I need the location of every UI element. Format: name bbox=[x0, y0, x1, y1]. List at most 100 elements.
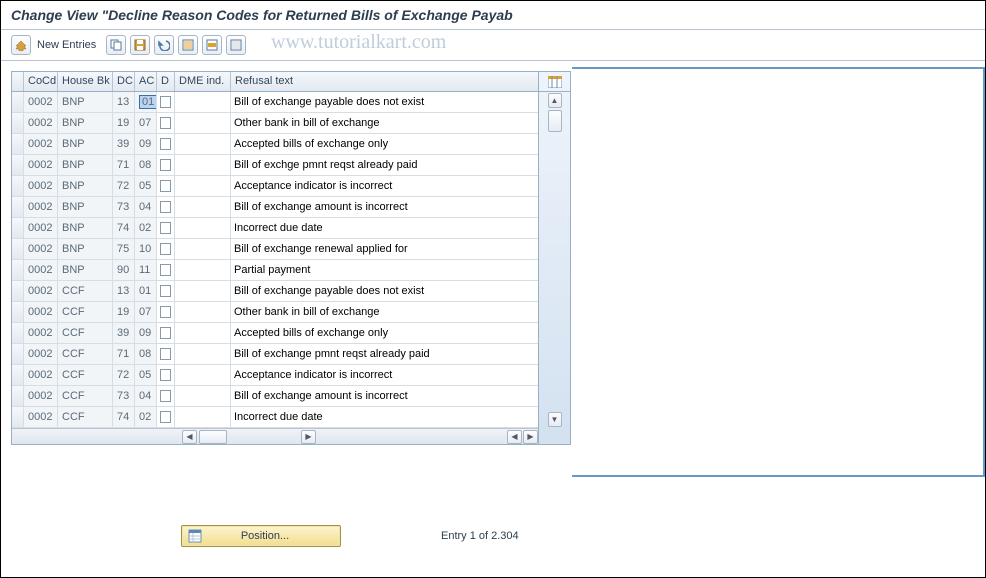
cell-housebk[interactable]: CCF bbox=[58, 281, 113, 301]
checkbox-icon[interactable] bbox=[160, 369, 171, 381]
table-row[interactable]: 0002CCF7402Incorrect due date bbox=[12, 407, 538, 428]
cell-d-checkbox[interactable] bbox=[157, 155, 175, 175]
cell-ac[interactable]: 05 bbox=[135, 176, 157, 196]
table-row[interactable]: 0002CCF7108Bill of exchange pmnt reqst a… bbox=[12, 344, 538, 365]
cell-dc[interactable]: 19 bbox=[113, 302, 135, 322]
cell-cocd[interactable]: 0002 bbox=[24, 323, 58, 343]
row-selector[interactable] bbox=[12, 155, 24, 175]
row-selector[interactable] bbox=[12, 344, 24, 364]
cell-dme[interactable] bbox=[175, 302, 231, 322]
cell-refusal[interactable]: Acceptance indicator is incorrect bbox=[231, 176, 537, 196]
cell-housebk[interactable]: BNP bbox=[58, 113, 113, 133]
checkbox-icon[interactable] bbox=[160, 306, 171, 318]
cell-housebk[interactable]: BNP bbox=[58, 134, 113, 154]
cell-refusal[interactable]: Other bank in bill of exchange bbox=[231, 302, 537, 322]
cell-cocd[interactable]: 0002 bbox=[24, 239, 58, 259]
checkbox-icon[interactable] bbox=[160, 180, 171, 192]
col-housebk[interactable]: House Bk bbox=[58, 72, 113, 91]
table-row[interactable]: 0002BNP9011Partial payment bbox=[12, 260, 538, 281]
cell-refusal[interactable]: Other bank in bill of exchange bbox=[231, 113, 537, 133]
cell-ac[interactable]: 08 bbox=[135, 344, 157, 364]
table-row[interactable]: 0002BNP7402Incorrect due date bbox=[12, 218, 538, 239]
cell-refusal[interactable]: Bill of exchange payable does not exist bbox=[231, 92, 537, 112]
col-dc[interactable]: DC bbox=[113, 72, 135, 91]
cell-cocd[interactable]: 0002 bbox=[24, 155, 58, 175]
cell-cocd[interactable]: 0002 bbox=[24, 92, 58, 112]
horizontal-scrollbar[interactable]: ◀ ▶ ◀ ▶ bbox=[12, 428, 538, 444]
cell-housebk[interactable]: CCF bbox=[58, 365, 113, 385]
scroll-right-end-icon[interactable]: ▶ bbox=[523, 430, 538, 444]
cell-d-checkbox[interactable] bbox=[157, 365, 175, 385]
col-cocd[interactable]: CoCd bbox=[24, 72, 58, 91]
cell-cocd[interactable]: 0002 bbox=[24, 134, 58, 154]
cell-refusal[interactable]: Bill of exchange renewal applied for bbox=[231, 239, 537, 259]
cell-dc[interactable]: 72 bbox=[113, 176, 135, 196]
cell-dme[interactable] bbox=[175, 197, 231, 217]
cell-dme[interactable] bbox=[175, 344, 231, 364]
table-row[interactable]: 0002CCF3909Accepted bills of exchange on… bbox=[12, 323, 538, 344]
table-row[interactable]: 0002CCF1301Bill of exchange payable does… bbox=[12, 281, 538, 302]
cell-d-checkbox[interactable] bbox=[157, 281, 175, 301]
cell-dc[interactable]: 13 bbox=[113, 92, 135, 112]
col-dme[interactable]: DME ind. bbox=[175, 72, 231, 91]
cell-ac[interactable]: 01 bbox=[135, 92, 157, 112]
cell-dc[interactable]: 74 bbox=[113, 407, 135, 427]
col-select-all[interactable] bbox=[12, 72, 24, 91]
cell-refusal[interactable]: Acceptance indicator is incorrect bbox=[231, 365, 537, 385]
cell-cocd[interactable]: 0002 bbox=[24, 365, 58, 385]
scroll-left-icon[interactable]: ◀ bbox=[182, 430, 197, 444]
select-all-icon[interactable] bbox=[178, 35, 198, 55]
cell-dme[interactable] bbox=[175, 407, 231, 427]
cell-dc[interactable]: 73 bbox=[113, 197, 135, 217]
row-selector[interactable] bbox=[12, 260, 24, 280]
scroll-left-end-icon[interactable]: ◀ bbox=[507, 430, 522, 444]
checkbox-icon[interactable] bbox=[160, 159, 171, 171]
cell-d-checkbox[interactable] bbox=[157, 197, 175, 217]
row-selector[interactable] bbox=[12, 386, 24, 406]
cell-d-checkbox[interactable] bbox=[157, 302, 175, 322]
table-row[interactable]: 0002CCF1907Other bank in bill of exchang… bbox=[12, 302, 538, 323]
cell-d-checkbox[interactable] bbox=[157, 260, 175, 280]
cell-d-checkbox[interactable] bbox=[157, 239, 175, 259]
cell-d-checkbox[interactable] bbox=[157, 344, 175, 364]
cell-cocd[interactable]: 0002 bbox=[24, 281, 58, 301]
cell-dc[interactable]: 90 bbox=[113, 260, 135, 280]
cell-d-checkbox[interactable] bbox=[157, 134, 175, 154]
cell-ac[interactable]: 04 bbox=[135, 386, 157, 406]
cell-cocd[interactable]: 0002 bbox=[24, 386, 58, 406]
row-selector[interactable] bbox=[12, 134, 24, 154]
cell-dc[interactable]: 71 bbox=[113, 344, 135, 364]
cell-housebk[interactable]: BNP bbox=[58, 197, 113, 217]
row-selector[interactable] bbox=[12, 281, 24, 301]
checkbox-icon[interactable] bbox=[160, 117, 171, 129]
row-selector[interactable] bbox=[12, 302, 24, 322]
checkbox-icon[interactable] bbox=[160, 390, 171, 402]
cell-housebk[interactable]: BNP bbox=[58, 176, 113, 196]
row-selector[interactable] bbox=[12, 407, 24, 427]
cell-dme[interactable] bbox=[175, 386, 231, 406]
cell-dme[interactable] bbox=[175, 323, 231, 343]
col-d[interactable]: D bbox=[157, 72, 175, 91]
undo-icon[interactable] bbox=[154, 35, 174, 55]
cell-ac[interactable]: 07 bbox=[135, 302, 157, 322]
copy-icon[interactable] bbox=[106, 35, 126, 55]
cell-cocd[interactable]: 0002 bbox=[24, 176, 58, 196]
cell-dc[interactable]: 72 bbox=[113, 365, 135, 385]
cell-ac[interactable]: 07 bbox=[135, 113, 157, 133]
table-row[interactable]: 0002BNP1907Other bank in bill of exchang… bbox=[12, 113, 538, 134]
cell-dc[interactable]: 39 bbox=[113, 134, 135, 154]
cell-dc[interactable]: 39 bbox=[113, 323, 135, 343]
cell-dme[interactable] bbox=[175, 176, 231, 196]
cell-dc[interactable]: 75 bbox=[113, 239, 135, 259]
cell-cocd[interactable]: 0002 bbox=[24, 197, 58, 217]
cell-ac[interactable]: 09 bbox=[135, 134, 157, 154]
cell-dme[interactable] bbox=[175, 134, 231, 154]
table-row[interactable]: 0002CCF7304Bill of exchange amount is in… bbox=[12, 386, 538, 407]
table-row[interactable]: 0002BNP7510Bill of exchange renewal appl… bbox=[12, 239, 538, 260]
cell-ac[interactable]: 01 bbox=[135, 281, 157, 301]
scroll-down-icon[interactable]: ▼ bbox=[548, 412, 562, 427]
row-selector[interactable] bbox=[12, 176, 24, 196]
checkbox-icon[interactable] bbox=[160, 96, 171, 108]
cell-d-checkbox[interactable] bbox=[157, 92, 175, 112]
checkbox-icon[interactable] bbox=[160, 222, 171, 234]
